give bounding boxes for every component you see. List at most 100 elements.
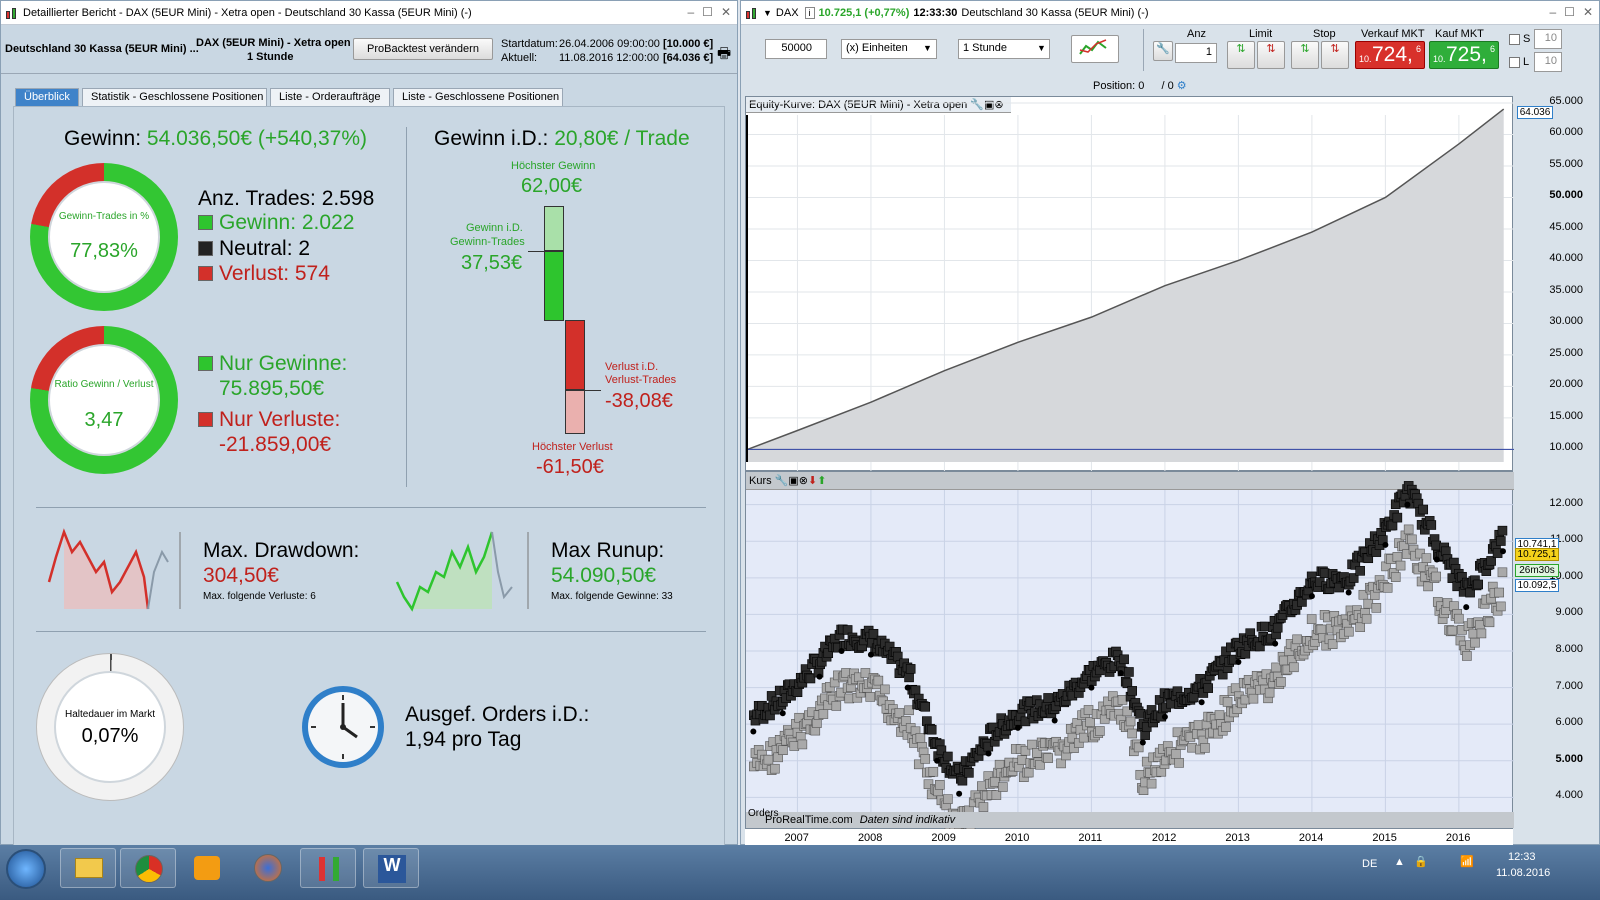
time-x-axis: 2007 2008 2009 2010 2011 2012 2013 2014 2015 2016 bbox=[745, 829, 1513, 846]
price-y-axis: 4.000 5.000 6.000 7.000 8.000 9.000 10.000 11.0… bbox=[1513, 471, 1600, 829]
media-player-icon[interactable] bbox=[180, 848, 236, 888]
clock-date[interactable]: 11.08.2016 bbox=[1496, 867, 1550, 879]
header-divider bbox=[1, 73, 737, 74]
maximize-icon[interactable]: ☐ bbox=[702, 5, 713, 19]
gid-gt-label1: Gewinn i.D. bbox=[466, 222, 523, 234]
price-last-tag: 10.725,1 bbox=[1515, 548, 1559, 561]
stop-sell-button[interactable]: ⇅ bbox=[1321, 41, 1349, 69]
quantity-input[interactable]: 50000 bbox=[765, 39, 827, 59]
drawdown-sparkline bbox=[47, 528, 181, 610]
order-marker bbox=[812, 718, 822, 728]
firefox-icon[interactable] bbox=[240, 848, 296, 888]
order-marker bbox=[989, 776, 1000, 787]
order-marker bbox=[905, 664, 916, 674]
order-marker bbox=[1027, 739, 1037, 750]
price-point bbox=[750, 728, 757, 735]
price-point bbox=[1499, 548, 1506, 555]
order-marker bbox=[1214, 710, 1225, 720]
anz-input[interactable]: 1 bbox=[1175, 43, 1217, 63]
minimize-icon[interactable]: – bbox=[1549, 5, 1556, 19]
price-point bbox=[904, 684, 911, 691]
order-marker bbox=[1494, 587, 1505, 598]
chart-style-button[interactable] bbox=[1071, 35, 1119, 63]
close-icon[interactable]: ✕ bbox=[721, 5, 731, 19]
nur-gewinne: Nur Gewinne: bbox=[198, 352, 347, 376]
prorealtime-taskbar-icon[interactable] bbox=[300, 848, 356, 888]
chart-price: 10.725,1 (+0,77%) bbox=[818, 6, 910, 19]
dropdown-icon[interactable]: ▼ bbox=[763, 8, 772, 18]
l-label: L bbox=[1523, 56, 1530, 68]
chrome-icon[interactable] bbox=[120, 848, 176, 888]
order-marker bbox=[1392, 552, 1403, 562]
order-marker bbox=[964, 768, 974, 778]
current-value: 11.08.2016 12:00:00 bbox=[559, 52, 660, 64]
start-button[interactable] bbox=[6, 849, 46, 889]
chart-title-rest: Deutschland 30 Kassa (5EUR Mini) (-) bbox=[961, 6, 1149, 19]
tab-geschlossene-positionen[interactable]: Liste - Geschlossene Positionen bbox=[393, 88, 563, 106]
order-marker bbox=[1392, 512, 1403, 523]
limit-buy-button[interactable]: ⇅ bbox=[1227, 41, 1255, 69]
timeframe-chevron-down-icon[interactable]: ▼ bbox=[1037, 43, 1046, 53]
price-point bbox=[1404, 501, 1411, 508]
market-line2: 1 Stunde bbox=[247, 51, 294, 63]
equity-tick-label: 50.000 bbox=[1549, 189, 1583, 202]
order-marker bbox=[844, 693, 855, 704]
s-checkbox[interactable] bbox=[1509, 34, 1520, 45]
equity-panel: Equity-Kurve: DAX (5EUR Mini) - Xetra op… bbox=[745, 96, 1514, 472]
green-square-icon bbox=[198, 356, 213, 371]
wrench-button[interactable]: 🔧 bbox=[1153, 41, 1173, 61]
countdown-tag: 26m30s bbox=[1515, 564, 1559, 577]
close-icon[interactable]: ✕ bbox=[1583, 5, 1593, 19]
minimize-icon[interactable]: – bbox=[687, 5, 694, 19]
vid-label1: Verlust i.D. bbox=[605, 361, 659, 373]
l-input[interactable]: 10 bbox=[1534, 52, 1562, 72]
runup-sub: Max. folgende Gewinne: 33 bbox=[551, 591, 673, 602]
order-marker bbox=[1095, 726, 1105, 736]
print-icon[interactable]: 🖶 bbox=[717, 43, 731, 68]
drawdown-value: 304,50€ bbox=[203, 564, 279, 587]
start-value: 26.04.2006 09:00:00 bbox=[559, 38, 660, 50]
price-point bbox=[1235, 658, 1242, 665]
units-chevron-down-icon[interactable]: ▼ bbox=[923, 43, 932, 53]
tab-ueberblick[interactable]: Überblick bbox=[15, 88, 79, 106]
word-icon[interactable]: W bbox=[363, 848, 419, 888]
year-tick-label: 2010 bbox=[1004, 832, 1030, 844]
price-point bbox=[1139, 739, 1146, 746]
s-input[interactable]: 10 bbox=[1534, 29, 1562, 49]
info-icon[interactable]: i bbox=[804, 6, 815, 19]
clock-time[interactable]: 12:33 bbox=[1508, 851, 1536, 863]
buy-mkt-button[interactable]: 10. 725, 6 bbox=[1429, 41, 1499, 69]
equity-tick-label: 40.000 bbox=[1549, 252, 1583, 265]
order-marker bbox=[1146, 778, 1157, 789]
probacktest-button[interactable]: ProBacktest verändern bbox=[353, 38, 493, 60]
overview-panel: Gewinn: 54.036,50€ (+540,37%) Gewinn-Tra… bbox=[13, 106, 725, 846]
order-marker bbox=[1127, 728, 1137, 739]
price-chart bbox=[746, 481, 1514, 830]
explorer-icon[interactable] bbox=[60, 848, 116, 888]
gewinn-headline: Gewinn: 54.036,50€ (+540,37%) bbox=[64, 127, 367, 151]
tray-arrow-icon[interactable]: ▲ bbox=[1394, 856, 1405, 868]
order-marker bbox=[1327, 639, 1338, 649]
lock-icon[interactable]: 🔒 bbox=[1414, 855, 1428, 868]
equity-tick-label: 10.000 bbox=[1549, 441, 1583, 454]
current-capital: [64.036 €] bbox=[663, 52, 714, 64]
order-marker bbox=[1124, 667, 1134, 677]
network-icon[interactable]: 📶 bbox=[1460, 855, 1474, 868]
tab-orderauftraege[interactable]: Liste - Orderaufträge bbox=[270, 88, 390, 106]
gear-icon[interactable]: ⚙ bbox=[1177, 80, 1187, 92]
nur-verluste: Nur Verluste: bbox=[198, 408, 340, 432]
language-indicator[interactable]: DE bbox=[1362, 858, 1377, 870]
price-point bbox=[838, 648, 845, 654]
l-checkbox[interactable] bbox=[1509, 57, 1520, 68]
order-marker bbox=[1355, 566, 1365, 576]
instrument-name: Deutschland 30 Kassa (5EUR Mini) ... bbox=[5, 43, 199, 55]
order-marker bbox=[1166, 698, 1176, 709]
tab-statistik[interactable]: Statistik - Geschlossene Positionen bbox=[82, 88, 267, 106]
stop-buy-button[interactable]: ⇅ bbox=[1291, 41, 1319, 69]
maximize-icon[interactable]: ☐ bbox=[1564, 5, 1575, 19]
equity-last-tag: 64.036 bbox=[1517, 106, 1553, 119]
order-marker bbox=[1473, 579, 1483, 590]
order-marker bbox=[1363, 598, 1374, 609]
sell-mkt-button[interactable]: 10. 724, 6 bbox=[1355, 41, 1425, 69]
limit-sell-button[interactable]: ⇅ bbox=[1257, 41, 1285, 69]
